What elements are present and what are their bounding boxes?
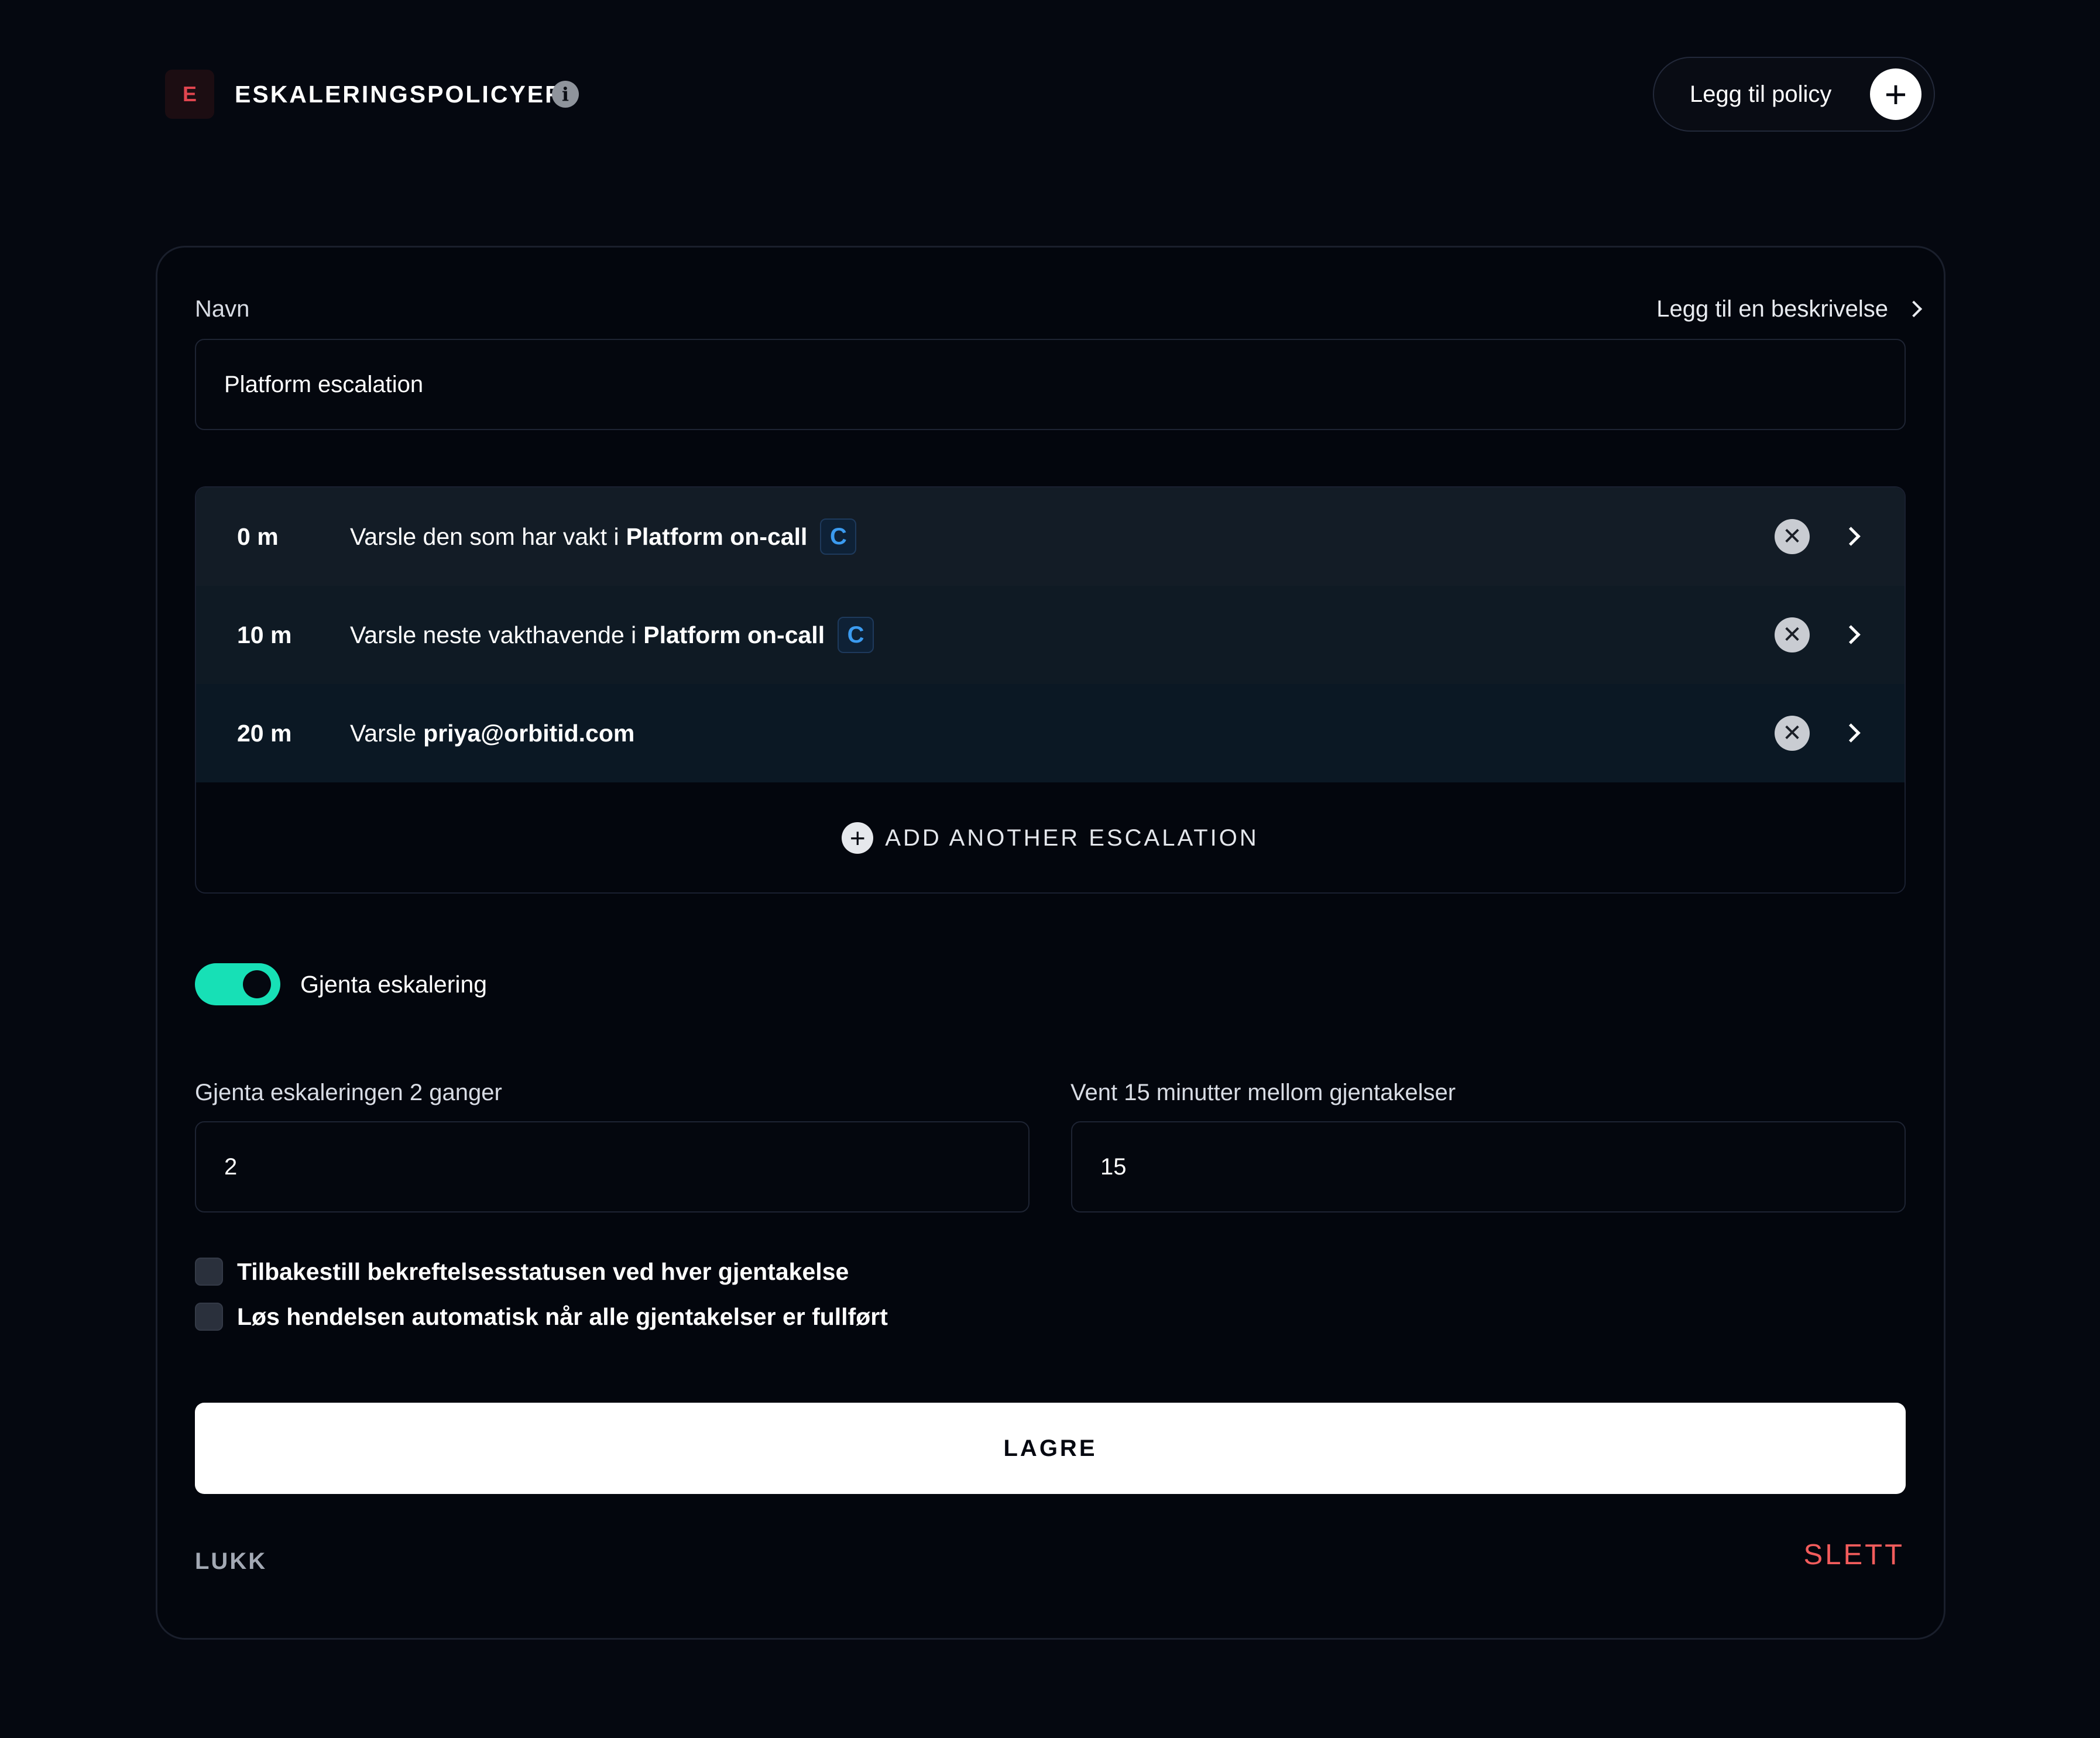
add-escalation-button[interactable]: + ADD ANOTHER ESCALATION (196, 782, 1905, 892)
escalation-target: Platform on-call (643, 621, 825, 648)
name-label: Navn (195, 296, 250, 322)
escalation-description: Varsle den som har vakt i Platform on-ca… (350, 487, 857, 586)
logo-letter: E (182, 82, 197, 106)
repeat-wait-label: Vent 15 minutter mellom gjentakelser (1070, 1080, 1456, 1105)
repeat-wait-input[interactable]: 15 (1071, 1121, 1906, 1213)
schedule-badge: C (820, 518, 857, 555)
escalation-policy-page: E ESKALERINGSPOLICYER i Legg til policy … (0, 0, 2100, 1738)
chevron-right-icon[interactable] (1841, 527, 1861, 546)
app-logo: E (165, 70, 214, 119)
reset-ack-checkbox[interactable] (195, 1258, 223, 1286)
repeat-count-label: Gjenta eskaleringen 2 ganger (195, 1080, 502, 1105)
escalation-row[interactable]: 0 m Varsle den som har vakt i Platform o… (196, 487, 1905, 586)
add-escalation-label: ADD ANOTHER ESCALATION (885, 825, 1259, 851)
repeat-escalation-label: Gjenta eskalering (300, 971, 488, 998)
auto-resolve-option: Løs hendelsen automatisk når alle gjenta… (195, 1300, 888, 1333)
escalation-delay: 10 m (237, 621, 292, 648)
toggle-knob (243, 970, 271, 998)
plus-circle-icon: + (842, 822, 874, 854)
escalation-text: Varsle den som har vakt i (350, 523, 619, 550)
delete-button[interactable]: SLETT (1804, 1537, 1905, 1572)
reset-ack-option: Tilbakestill bekreftelsesstatusen ved hv… (195, 1255, 849, 1288)
escalation-delay: 0 m (237, 523, 279, 550)
name-input[interactable]: Platform escalation (195, 339, 1906, 430)
escalation-row[interactable]: 20 m Varsle priya@orbitid.com ✕ (196, 684, 1905, 782)
escalation-text: Varsle (350, 719, 417, 747)
chevron-right-icon (1905, 300, 1923, 318)
remove-escalation-button[interactable]: ✕ (1775, 617, 1810, 652)
name-input-value: Platform escalation (224, 371, 424, 397)
escalation-list: 0 m Varsle den som har vakt i Platform o… (195, 486, 1906, 894)
schedule-badge: C (838, 617, 874, 653)
close-button[interactable]: LUKK (195, 1545, 267, 1578)
auto-resolve-label: Løs hendelsen automatisk når alle gjenta… (237, 1303, 888, 1330)
escalation-row[interactable]: 10 m Varsle neste vakthavende i Platform… (196, 586, 1905, 684)
escalation-delay: 20 m (237, 720, 292, 747)
escalation-target: priya@orbitid.com (423, 719, 635, 747)
escalation-text: Varsle neste vakthavende i (350, 621, 637, 648)
chevron-right-icon[interactable] (1841, 723, 1861, 743)
remove-escalation-button[interactable]: ✕ (1775, 716, 1810, 751)
escalation-target: Platform on-call (626, 523, 808, 550)
save-button[interactable]: LAGRE (195, 1403, 1906, 1494)
add-policy-button[interactable]: Legg til policy + (1653, 57, 1935, 132)
add-description-label: Legg til en beskrivelse (1656, 296, 1888, 322)
info-icon[interactable]: i (552, 81, 579, 108)
repeat-count-input[interactable]: 2 (195, 1121, 1030, 1213)
reset-ack-label: Tilbakestill bekreftelsesstatusen ved hv… (237, 1258, 849, 1285)
repeat-escalation-toggle[interactable] (195, 963, 280, 1005)
remove-escalation-button[interactable]: ✕ (1775, 519, 1810, 554)
escalation-description: Varsle neste vakthavende i Platform on-c… (350, 586, 874, 684)
escalation-description: Varsle priya@orbitid.com (350, 684, 634, 782)
chevron-right-icon[interactable] (1841, 625, 1861, 644)
page-title: ESKALERINGSPOLICYER (235, 81, 564, 108)
add-policy-label: Legg til policy (1690, 81, 1832, 107)
repeat-count-value: 2 (224, 1153, 238, 1180)
plus-icon: + (1870, 68, 1921, 120)
auto-resolve-checkbox[interactable] (195, 1303, 223, 1331)
add-description-link[interactable]: Legg til en beskrivelse (1656, 293, 1923, 325)
repeat-wait-value: 15 (1100, 1153, 1127, 1180)
